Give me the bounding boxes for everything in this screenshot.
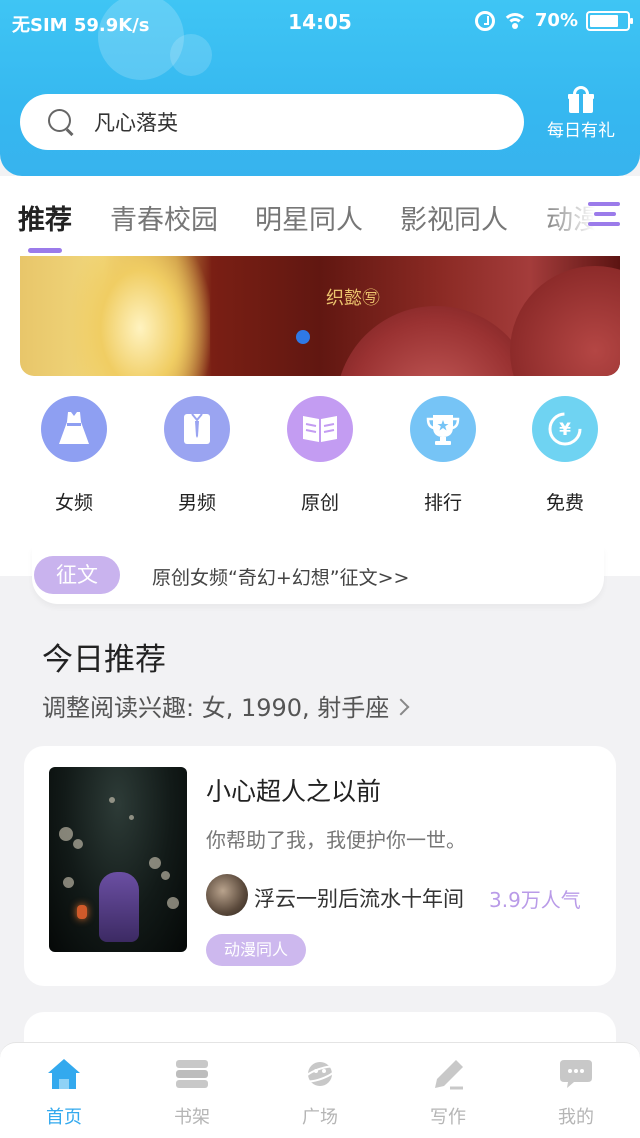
- status-bar: 无SIM 59.9K/s 14:05 70%: [0, 0, 640, 44]
- banner-author: 织懿㊢: [326, 288, 380, 309]
- category-female[interactable]: 女频: [24, 396, 124, 515]
- author-avatar: [206, 874, 248, 916]
- book-description: 你帮助了我，我便护你一世。: [206, 828, 466, 852]
- tab-active-indicator: [28, 248, 62, 253]
- book-title: 小心超人之以前: [206, 777, 382, 806]
- bookshelf-icon: [174, 1057, 210, 1091]
- home-icon: [46, 1057, 82, 1091]
- contest-badge: 征文: [34, 556, 120, 594]
- yuan-coin-icon: ¥: [532, 396, 598, 462]
- nav-label: 写作: [430, 1107, 466, 1128]
- trophy-icon: [410, 396, 476, 462]
- wifi-icon: [502, 12, 527, 30]
- nav-label: 书架: [174, 1107, 210, 1128]
- tab-film[interactable]: 影视同人: [400, 198, 508, 237]
- daily-gift-button[interactable]: 每日有礼: [536, 86, 626, 141]
- nav-square[interactable]: 广场: [270, 1057, 370, 1129]
- alarm-icon: [474, 10, 495, 31]
- category-label: 免费: [545, 492, 584, 514]
- banner-umbrella: [336, 306, 536, 376]
- tab-campus[interactable]: 青春校园: [110, 198, 218, 237]
- popularity-count: 3.9万人气: [489, 888, 581, 912]
- category-label: 排行: [423, 492, 462, 514]
- banner-umbrella: [510, 266, 620, 376]
- daily-gift-label: 每日有礼: [547, 121, 615, 141]
- dress-icon: [41, 396, 107, 462]
- nav-label: 我的: [558, 1107, 594, 1128]
- interest-settings-text: 调整阅读兴趣: 女, 1990, 射手座: [42, 694, 390, 722]
- gift-icon: [568, 86, 594, 113]
- nav-label: 广场: [302, 1107, 338, 1128]
- menu-icon[interactable]: [588, 200, 620, 230]
- shirt-icon: [164, 396, 230, 462]
- interest-settings-link[interactable]: 调整阅读兴趣: 女, 1990, 射手座: [42, 688, 410, 723]
- planet-icon: [302, 1057, 338, 1091]
- tab-recommend[interactable]: 推荐: [18, 198, 72, 237]
- battery-percent: 70%: [534, 10, 578, 31]
- author-name: 浮云一别后流水十年间: [254, 887, 464, 911]
- nav-mine[interactable]: 我的: [526, 1057, 626, 1129]
- pen-icon: [430, 1057, 466, 1091]
- status-right: 70%: [474, 10, 633, 31]
- book-card[interactable]: 小心超人之以前 你帮助了我，我便护你一世。 浮云一别后流水十年间 3.9万人气 …: [24, 746, 616, 986]
- tab-celebrity[interactable]: 明星同人: [255, 198, 363, 237]
- lantern-icon: [77, 905, 87, 919]
- genre-tag[interactable]: 动漫同人: [206, 934, 307, 966]
- book-icon: [287, 396, 353, 462]
- category-free[interactable]: ¥ 免费: [515, 396, 615, 515]
- search-icon: [48, 109, 74, 135]
- bottom-nav: 首页 书架 广场 写作 我的: [0, 1042, 640, 1138]
- chevron-right-icon: [392, 698, 410, 716]
- search-input[interactable]: 凡心落英: [94, 107, 178, 137]
- battery-icon: [586, 10, 633, 31]
- nav-write[interactable]: 写作: [398, 1057, 498, 1129]
- category-tabs: 推荐 青春校园 明星同人 影视同人 动漫: [0, 176, 640, 256]
- nav-home[interactable]: 首页: [14, 1057, 114, 1129]
- svg-text:¥: ¥: [559, 420, 571, 440]
- category-ranking[interactable]: 排行: [393, 396, 493, 515]
- category-grid: 女频 男频 原创 排行 ¥ 免费: [0, 396, 640, 526]
- carousel-indicator: [296, 330, 310, 344]
- cover-character: [99, 872, 139, 942]
- search-bar[interactable]: 凡心落英: [20, 94, 524, 150]
- nav-label: 首页: [46, 1107, 82, 1128]
- contest-text: 原创女频“奇幻+幻想”征文>>: [152, 567, 410, 589]
- section-title: 今日推荐: [42, 642, 166, 678]
- contest-banner[interactable]: 征文 原创女频“奇幻+幻想”征文>>: [32, 546, 604, 604]
- category-label: 男频: [177, 492, 216, 514]
- book-cover: [49, 767, 187, 952]
- banner-figure: [70, 256, 210, 376]
- category-male[interactable]: 男频: [147, 396, 247, 515]
- header: 无SIM 59.9K/s 14:05 70% 凡心落英 每日有礼: [0, 0, 640, 176]
- category-original[interactable]: 原创: [270, 396, 370, 515]
- nav-bookshelf[interactable]: 书架: [142, 1057, 242, 1129]
- category-label: 原创: [300, 492, 339, 514]
- category-label: 女频: [54, 492, 93, 514]
- chat-bubble-icon: [558, 1057, 594, 1091]
- promo-banner[interactable]: 织懿㊢: [20, 256, 620, 376]
